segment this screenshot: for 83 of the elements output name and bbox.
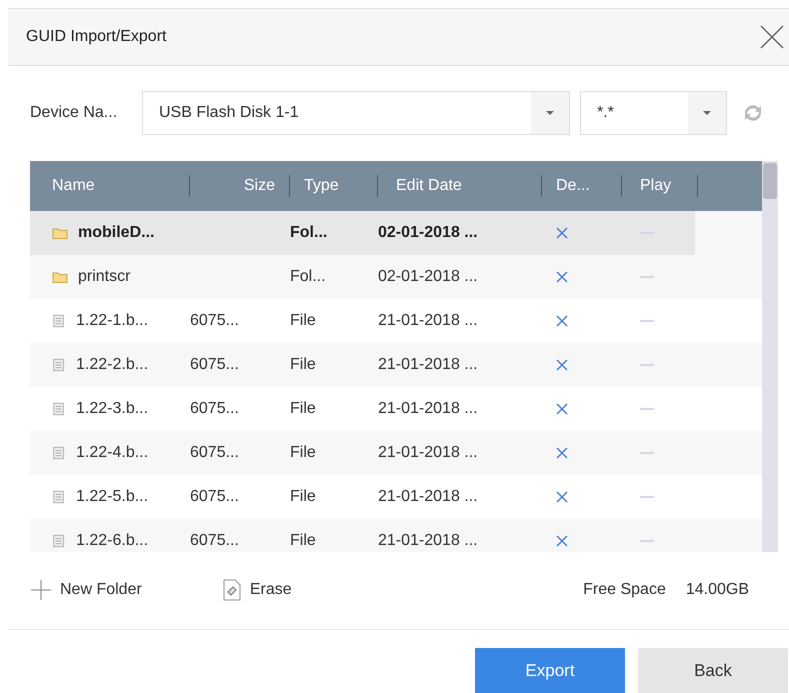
edit-date: 21-01-2018 ... [378,488,478,506]
new-folder-button[interactable]: New Folder [30,578,142,601]
window-title: GUID Import/Export [26,28,166,46]
file-type: File [290,312,316,330]
file-type: Fol... [290,224,328,242]
delete-icon[interactable] [556,403,568,416]
file-row[interactable]: 1.22-5.b... 6075... File 21-01-2018 ... [30,475,762,520]
delete-icon[interactable] [556,535,568,548]
play-disabled-icon [640,496,654,498]
file-type: File [290,532,316,550]
play-disabled-icon [640,364,654,366]
document-icon [52,314,66,328]
delete-icon[interactable] [556,359,568,372]
file-type: File [290,444,316,462]
delete-icon[interactable] [556,227,568,240]
file-size: 6075... [190,312,239,330]
edit-date: 21-01-2018 ... [378,532,478,550]
delete-icon[interactable] [556,315,568,328]
file-row[interactable]: 1.22-1.b... 6075... File 21-01-2018 ... [30,299,762,344]
scrollbar[interactable] [762,161,778,552]
delete-icon[interactable] [556,447,568,460]
file-name: 1.22-2.b... [76,356,148,374]
close-icon[interactable] [759,24,785,50]
edit-date: 21-01-2018 ... [378,356,478,374]
erase-button[interactable]: Erase [222,578,292,601]
file-row[interactable]: 1.22-6.b... 6075... File 21-01-2018 ... [30,519,762,552]
plus-icon [30,578,52,601]
delete-icon[interactable] [556,271,568,284]
file-name: 1.22-3.b... [76,400,148,418]
document-icon [52,358,66,372]
column-header[interactable]: Name [30,175,190,198]
play-disabled-icon [640,276,654,278]
edit-date: 21-01-2018 ... [378,400,478,418]
file-name: mobileD... [78,224,154,242]
folder-icon [52,270,68,284]
file-row[interactable]: 1.22-4.b... 6075... File 21-01-2018 ... [30,431,762,476]
file-size: 6075... [190,356,239,374]
file-row[interactable]: 1.22-2.b... 6075... File 21-01-2018 ... [30,343,762,388]
play-disabled-icon [640,452,654,454]
file-name: printscr [78,268,130,286]
file-name: 1.22-5.b... [76,488,148,506]
file-size: 6075... [190,444,239,462]
play-disabled-icon [640,408,654,410]
eraser-icon [222,578,242,601]
device-dropdown[interactable]: USB Flash Disk 1-1 [142,90,570,135]
document-icon [52,402,66,416]
edit-date: 21-01-2018 ... [378,444,478,462]
document-icon [52,446,66,460]
free-space-label: Free Space [583,580,666,599]
edit-date: 02-01-2018 ... [378,224,478,242]
free-space-value: 14.00GB [686,580,749,599]
delete-icon[interactable] [556,491,568,504]
file-row[interactable]: 1.22-3.b... 6075... File 21-01-2018 ... [30,387,762,432]
play-disabled-icon [640,320,654,322]
column-header[interactable]: Edit Date [378,175,542,198]
file-name: 1.22-4.b... [76,444,148,462]
file-type: File [290,488,316,506]
file-name: 1.22-6.b... [76,532,148,550]
file-type: File [290,400,316,418]
file-row[interactable]: mobileD... Fol... 02-01-2018 ... [30,211,762,256]
back-button[interactable]: Back [638,648,788,693]
document-icon [52,534,66,548]
file-row[interactable]: printscr Fol... 02-01-2018 ... [30,255,762,300]
file-size: 6075... [190,488,239,506]
column-header[interactable]: Type [290,175,378,198]
edit-date: 21-01-2018 ... [378,312,478,330]
caret-icon [703,110,711,115]
device-name-label: Device Na... [30,104,118,122]
export-button[interactable]: Export [475,648,625,693]
document-icon [52,490,66,504]
column-header[interactable]: Play [622,175,698,198]
file-name: 1.22-1.b... [76,312,148,330]
play-disabled-icon [640,540,654,542]
edit-date: 02-01-2018 ... [378,268,478,286]
column-header[interactable]: De... [542,175,622,198]
column-header[interactable]: Size [190,175,290,198]
caret-icon [546,110,554,115]
file-filter-dropdown[interactable]: *.* [580,90,727,135]
folder-icon [52,226,68,240]
file-size: 6075... [190,532,239,550]
file-size: 6075... [190,400,239,418]
file-type: Fol... [290,268,326,286]
file-type: File [290,356,316,374]
